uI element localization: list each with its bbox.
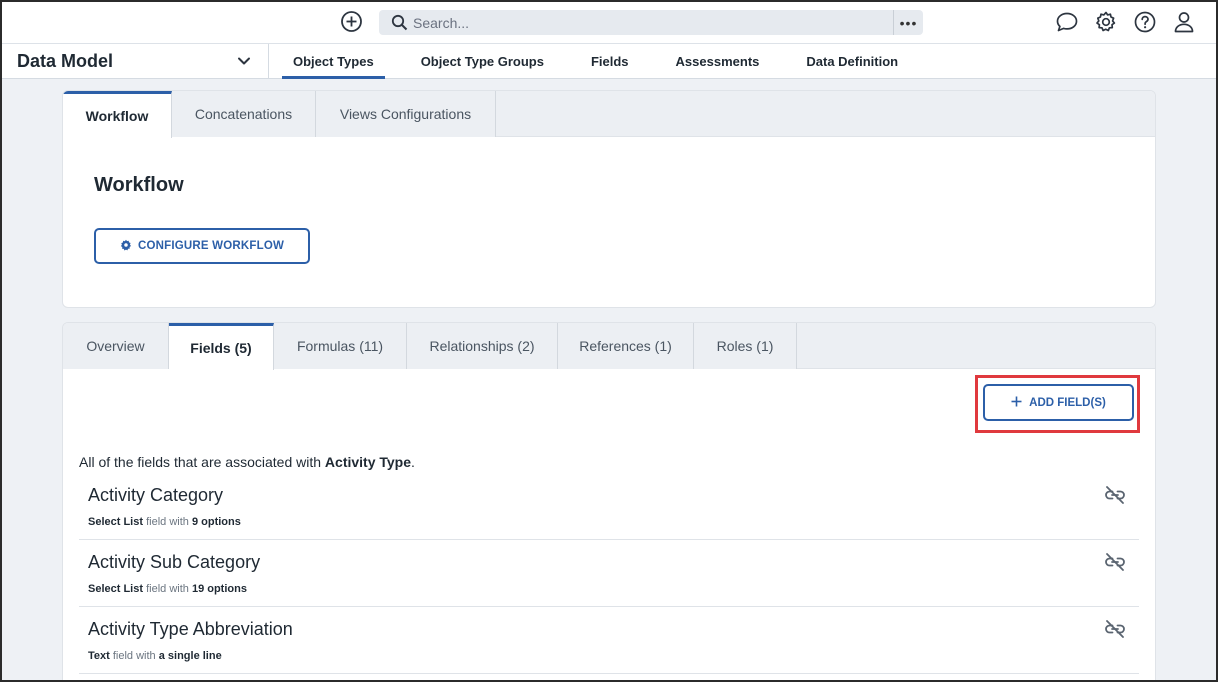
- field-name[interactable]: Activity Category: [88, 485, 223, 506]
- add-circle-icon[interactable]: [340, 10, 363, 33]
- unlink-icon[interactable]: [1103, 552, 1127, 572]
- help-icon[interactable]: [1133, 10, 1157, 34]
- add-fields-label: ADD FIELD(S): [1029, 396, 1106, 409]
- gear-icon[interactable]: [1094, 10, 1118, 34]
- module-selector[interactable]: Data Model: [0, 44, 269, 79]
- tab-concatenations[interactable]: Concatenations: [172, 91, 316, 137]
- tab-relationships[interactable]: Relationships (2): [407, 323, 558, 369]
- tab-fields-detail[interactable]: Fields (5): [169, 323, 274, 370]
- search-input[interactable]: [413, 10, 893, 35]
- field-meta: Select List field with 19 options: [88, 583, 247, 595]
- field-detail: a single line: [158, 650, 222, 662]
- search-more-button[interactable]: •••: [893, 10, 923, 35]
- tab-references[interactable]: References (1): [558, 323, 694, 369]
- field-type: Select List: [88, 516, 144, 528]
- intro-text: All of the fields that are associated wi…: [79, 454, 325, 470]
- user-icon[interactable]: [1172, 10, 1196, 34]
- tab-workflow[interactable]: Workflow: [63, 91, 172, 138]
- field-name[interactable]: Activity Type Abbreviation: [88, 619, 293, 640]
- tab-formulas[interactable]: Formulas (11): [274, 323, 407, 369]
- workflow-tabs: Workflow Concatenations Views Configurat…: [63, 91, 1155, 138]
- tab-data-definition[interactable]: Data Definition: [795, 44, 909, 79]
- field-detail: 9 options: [191, 516, 241, 528]
- field-type: Select List: [88, 583, 144, 595]
- tab-roles[interactable]: Roles (1): [694, 323, 797, 369]
- field-type: Text: [88, 650, 110, 662]
- list-item[interactable]: Activity Category Select List field with…: [79, 473, 1139, 540]
- field-connector: field with: [143, 583, 192, 595]
- intro-object-name: Activity Type: [324, 454, 412, 470]
- add-fields-button[interactable]: ADD FIELD(S): [983, 384, 1134, 421]
- fields-card: Overview Fields (5) Formulas (11) Relati…: [62, 322, 1156, 682]
- field-connector: field with: [143, 516, 192, 528]
- tab-object-type-groups[interactable]: Object Type Groups: [410, 44, 555, 79]
- chat-icon[interactable]: [1055, 10, 1079, 34]
- field-connector: field with: [109, 650, 159, 662]
- list-item[interactable]: Activity Type Abbreviation Text field wi…: [79, 607, 1139, 674]
- workflow-card: Workflow Concatenations Views Configurat…: [62, 90, 1156, 308]
- tab-overview[interactable]: Overview: [63, 323, 169, 369]
- tab-object-types[interactable]: Object Types: [282, 44, 385, 79]
- field-list: Activity Category Select List field with…: [79, 473, 1139, 674]
- field-name[interactable]: Activity Sub Category: [88, 552, 260, 573]
- search-bar: •••: [379, 10, 923, 35]
- detail-tabs: Overview Fields (5) Formulas (11) Relati…: [63, 323, 1155, 370]
- list-item[interactable]: Activity Sub Category Select List field …: [79, 540, 1139, 607]
- unlink-icon[interactable]: [1103, 485, 1127, 505]
- unlink-icon[interactable]: [1103, 619, 1127, 639]
- fields-intro: All of the fields that are associated wi…: [79, 454, 415, 470]
- gear-icon: [120, 239, 132, 254]
- tab-assessments[interactable]: Assessments: [665, 44, 771, 79]
- intro-period: .: [411, 454, 415, 470]
- tab-fields[interactable]: Fields: [580, 44, 640, 79]
- module-nav: Data Model Object Types Object Type Grou…: [0, 44, 1218, 79]
- plus-icon: [1011, 396, 1022, 410]
- top-bar: •••: [0, 0, 1218, 44]
- workflow-title: Workflow: [94, 174, 184, 196]
- field-detail: 19 options: [191, 583, 247, 595]
- configure-workflow-label: CONFIGURE WORKFLOW: [137, 240, 285, 252]
- chevron-down-icon[interactable]: [236, 53, 252, 69]
- field-meta: Select List field with 9 options: [88, 516, 241, 528]
- configure-workflow-button[interactable]: CONFIGURE WORKFLOW: [94, 228, 310, 264]
- field-meta: Text field with a single line: [88, 650, 222, 662]
- module-title: Data Model: [17, 51, 114, 71]
- tab-views-configurations[interactable]: Views Configurations: [316, 91, 496, 137]
- search-icon: [391, 14, 408, 31]
- module-tabs: Object Types Object Type Groups Fields A…: [282, 44, 934, 79]
